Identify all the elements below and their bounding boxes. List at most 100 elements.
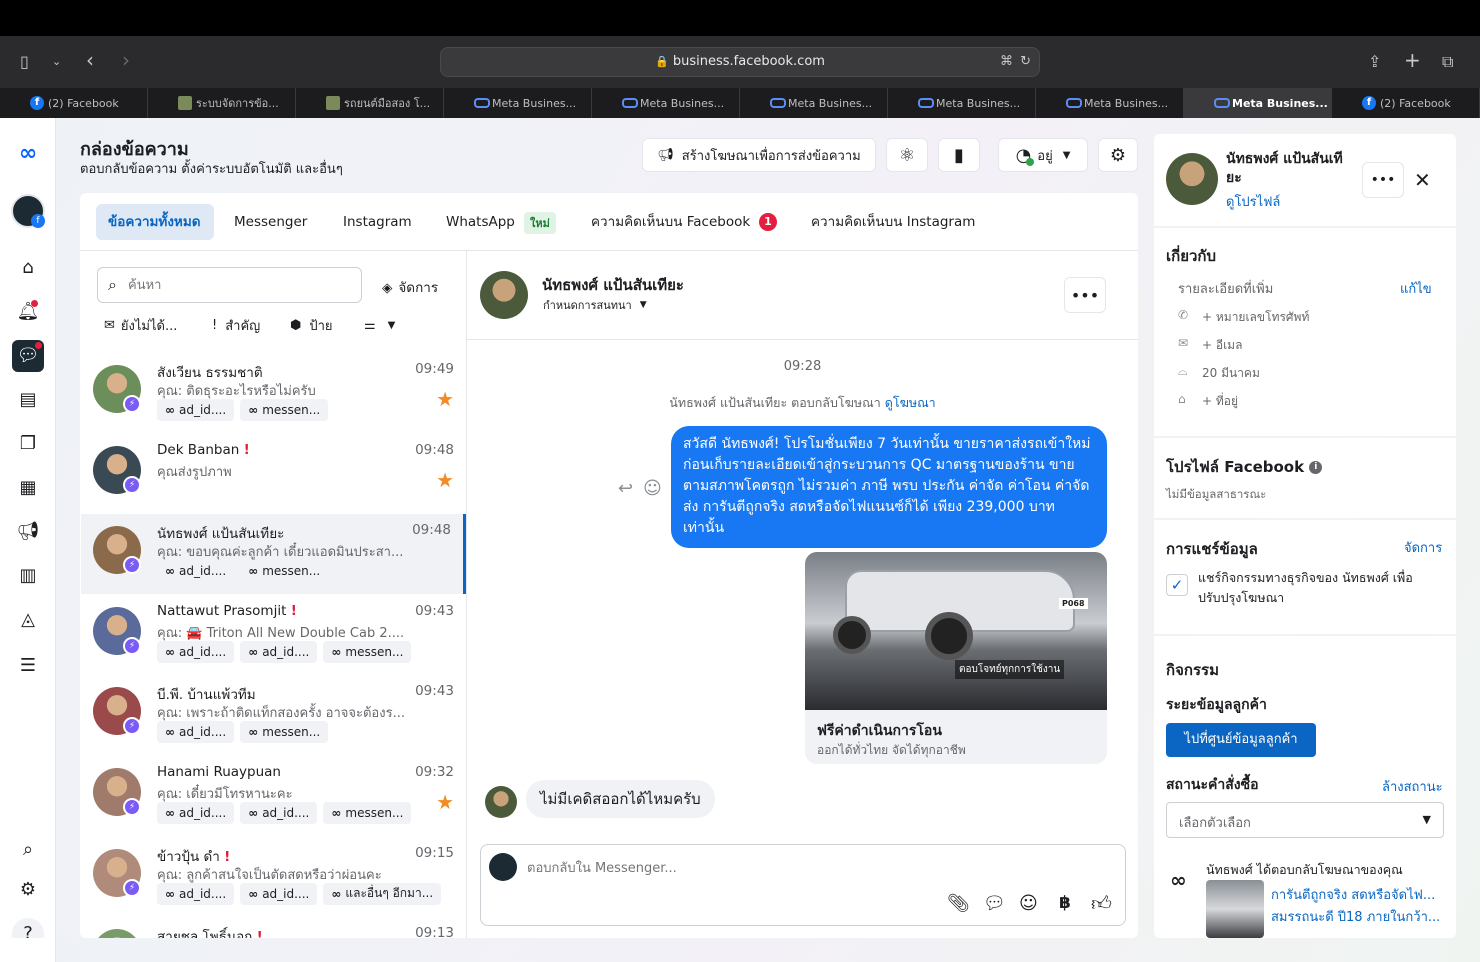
browser-tab[interactable]: Meta Busines...	[1036, 88, 1184, 118]
browser-tab[interactable]: ระบบจัดการข้อ...	[148, 88, 296, 118]
emoji-react-icon[interactable]: ☺	[643, 478, 662, 499]
label-chip[interactable]: ∞ ad_id....	[157, 721, 235, 744]
megaphone-icon[interactable]: 📢︎	[12, 516, 44, 548]
search-input[interactable]	[128, 274, 348, 296]
conversation-item[interactable]: ⚡ ข้าวปุ้น ดำ ! 09:15 คุณ: ลูกค้าสนใจเป็นตั…	[81, 837, 466, 917]
forward-icon[interactable]: ›	[122, 50, 130, 70]
reply-input[interactable]	[527, 857, 1087, 879]
filter-unread[interactable]: ✉ ยังไม่ได้...	[98, 312, 183, 338]
chevron-down-icon[interactable]: ⌄	[52, 52, 61, 72]
pages-icon[interactable]: ❐	[12, 428, 44, 460]
close-icon[interactable]: ✕	[1414, 168, 1431, 192]
add-phone-link[interactable]: + หมายเลขโทรศัพท์	[1202, 308, 1309, 327]
create-message-ad-button[interactable]: 📢︎ สร้างโฆษณาเพื่อการส่งข้อความ	[642, 138, 876, 172]
browser-tab[interactable]: Meta Busines...	[1184, 88, 1332, 118]
browser-tab[interactable]: รถยนต์มือสอง โ...	[296, 88, 444, 118]
ad-preview-card[interactable]: P068 ตอบโจทย์ทุกการใช้งาน ฟรีค่าดำเนินกา…	[805, 552, 1107, 764]
browser-tab[interactable]: f (2) Facebook	[1332, 88, 1480, 118]
availability-dropdown[interactable]: ◔ อยู่ ▼	[998, 138, 1088, 172]
chat-contact-name[interactable]: นัทธพงศ์ แป้นสันเทียะ	[542, 273, 684, 297]
edit-link[interactable]: แก้ไข	[1400, 278, 1432, 299]
activity-ad-line2[interactable]: สมรรถนะดี ปี18 ภายในกว้า...	[1271, 906, 1447, 927]
manage-sharing-link[interactable]: จัดการ	[1404, 537, 1442, 558]
back-icon[interactable]: ‹	[86, 50, 94, 70]
meta-logo-icon[interactable]: ∞	[12, 138, 44, 170]
tab-messenger[interactable]: Messenger	[234, 205, 307, 239]
contacts-icon[interactable]: ▤	[12, 384, 44, 416]
search-box[interactable]: ⌕	[97, 267, 362, 303]
label-chip[interactable]: ∞ messen...	[240, 399, 329, 421]
reply-icon[interactable]: ↩	[618, 478, 633, 499]
label-chip[interactable]: ∞ ad_id....	[240, 640, 318, 663]
browser-tab[interactable]: Meta Busines...	[740, 88, 888, 118]
assign-conversation[interactable]: กำหนดการสนทนา ▼	[543, 296, 647, 314]
settings-button[interactable]: ⚙	[1098, 138, 1138, 172]
tab-facebook-comments[interactable]: ความคิดเห็นบน Facebook	[591, 205, 750, 239]
insights-icon[interactable]: ▥	[12, 560, 44, 592]
label-chip[interactable]: ∞ และอื่นๆ อีกมา...	[323, 882, 442, 905]
profile-more-button[interactable]: •••	[1362, 162, 1404, 198]
business-avatar[interactable]: f	[11, 194, 45, 228]
browser-tab[interactable]: f (2) Facebook	[0, 88, 148, 118]
gear-icon[interactable]: ⚙	[12, 874, 44, 906]
label-chip[interactable]: ∞ ad_id....	[240, 882, 318, 905]
label-chip[interactable]: ∞ ad_id....	[157, 399, 235, 421]
thumbs-up-icon[interactable]: 👍︎	[1091, 891, 1112, 916]
integrations-button[interactable]: ⚛	[886, 138, 928, 172]
filter-label[interactable]: ⬢ ป้าย	[284, 312, 339, 338]
more-options-button[interactable]: •••	[1064, 277, 1106, 313]
ad-thumbnail[interactable]	[1206, 880, 1264, 938]
search-icon[interactable]: ⌕	[12, 834, 44, 866]
label-chip[interactable]: ∞ ad_id....	[157, 640, 235, 663]
customer-center-button[interactable]: ไปที่ศูนย์ข้อมูลลูกค้า	[1166, 723, 1316, 757]
sharing-checkbox[interactable]: ✓	[1166, 574, 1188, 596]
avatar[interactable]	[480, 271, 528, 319]
new-tab-icon[interactable]: +	[1404, 50, 1421, 70]
url-bar[interactable]: 🔒 business.facebook.com ⌘ ↻	[440, 47, 1040, 77]
label-chip[interactable]: ∞ messen...	[240, 560, 329, 583]
view-ad-link[interactable]: ดูโฆษณา	[885, 395, 936, 410]
conversation-item[interactable]: ⚡ สังเวียน ธรรมชาติ 09:49 คุณ: ติดธุระอะไรห…	[81, 353, 466, 433]
tab-whatsapp[interactable]: WhatsApp	[446, 205, 515, 239]
attachment-icon[interactable]: 📎︎	[947, 893, 970, 914]
avatar[interactable]	[1166, 153, 1218, 205]
tab-instagram-comments[interactable]: ความคิดเห็นบน Instagram	[811, 205, 975, 239]
translate-icon[interactable]: ⌘	[1000, 48, 1013, 76]
baht-payment-icon[interactable]: ฿	[1059, 893, 1071, 913]
share-icon[interactable]: ⇪	[1368, 52, 1381, 72]
star-icon[interactable]: ★	[436, 790, 454, 814]
conversation-item[interactable]: ⚡ Dek Banban ! 09:48 คุณส่งรูปภาพ ★	[81, 434, 466, 514]
conversation-item[interactable]: ⚡ Hanami Ruaypuan 09:32 คุณ: เดี๋ยวมีโทรหาน…	[81, 756, 466, 836]
label-chip[interactable]: ∞ messen...	[240, 721, 329, 744]
home-icon[interactable]: ⌂	[12, 252, 44, 284]
table-icon[interactable]: ▦	[12, 472, 44, 504]
add-email-link[interactable]: + อีเมล	[1202, 336, 1242, 355]
star-icon[interactable]: ★	[436, 468, 454, 492]
conversation-item[interactable]: ⚡ บี.พี. บ้านแพ้วทีม 09:43 คุณ: เพราะถ้าติด…	[81, 675, 466, 755]
saved-replies-icon[interactable]: 💬︎	[983, 893, 1006, 914]
label-chip[interactable]: ∞ messen...	[323, 640, 412, 663]
label-chip[interactable]: ∞ ad_id....	[157, 802, 235, 824]
tab-all-messages[interactable]: ข้อความทั้งหมด	[108, 205, 200, 239]
browser-tab[interactable]: Meta Busines...	[592, 88, 740, 118]
filter-important[interactable]: ! สำคัญ	[206, 312, 266, 338]
label-chip[interactable]: ∞ ad_id....	[157, 560, 235, 583]
label-chip[interactable]: ∞ messen...	[323, 802, 412, 824]
tab-instagram[interactable]: Instagram	[343, 205, 412, 239]
add-address-link[interactable]: + ที่อยู่	[1202, 392, 1238, 411]
view-profile-link[interactable]: ดูโปรไฟล์	[1226, 191, 1280, 212]
inbox-icon[interactable]: 💬︎	[12, 340, 44, 372]
clear-status-link[interactable]: ล้างสถานะ	[1382, 776, 1443, 797]
compass-icon[interactable]: ◬	[12, 604, 44, 636]
label-chip[interactable]: ∞ ad_id....	[240, 802, 318, 824]
activity-ad-line1[interactable]: การันตีถูกจริง สดหรือจัดไฟ...	[1271, 884, 1447, 905]
label-chip[interactable]: ∞ ad_id....	[157, 882, 235, 905]
emoji-icon[interactable]: ☺	[1019, 893, 1038, 914]
bell-icon[interactable]: 🔔︎	[12, 296, 44, 328]
info-icon[interactable]: i	[1309, 461, 1323, 474]
menu-icon[interactable]: ☰	[12, 650, 44, 682]
insights-button[interactable]: ▮	[938, 138, 980, 172]
order-status-select[interactable]: เลือกตัวเลือก ▼	[1166, 802, 1444, 838]
browser-tab[interactable]: Meta Busines...	[888, 88, 1036, 118]
sidebar-toggle-icon[interactable]: ▯	[20, 52, 29, 72]
